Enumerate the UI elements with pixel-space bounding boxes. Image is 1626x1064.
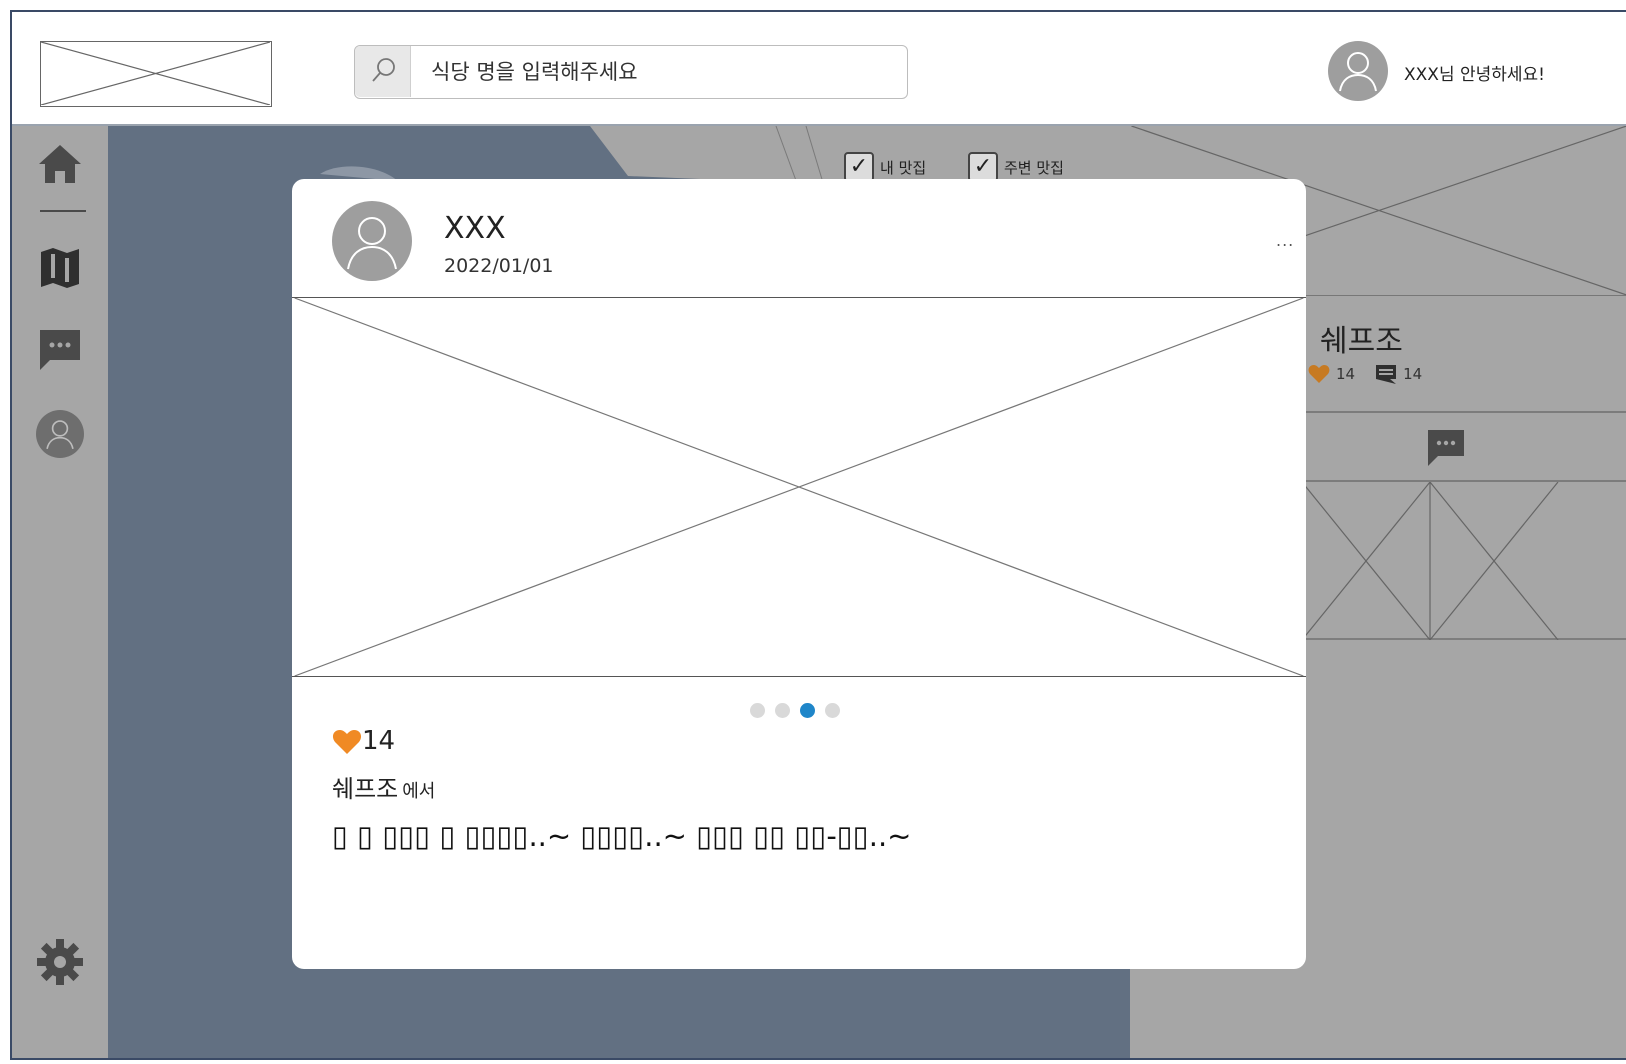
author-avatar[interactable] <box>332 201 412 281</box>
chat-icon[interactable] <box>1426 428 1466 472</box>
heart-icon[interactable] <box>332 728 362 755</box>
logo-placeholder[interactable] <box>40 41 272 107</box>
search-icon[interactable] <box>355 46 411 97</box>
post-likes: 14 <box>332 726 395 756</box>
profile-icon[interactable] <box>36 410 84 458</box>
filter-nearby-restaurants[interactable]: ✓ 주변 맛집 <box>968 152 1064 182</box>
post-date: 2022/01/01 <box>444 255 554 277</box>
place-name[interactable]: 쉐프조 <box>332 775 398 803</box>
filter-label: 내 맛집 <box>880 158 927 177</box>
chat-icon[interactable] <box>36 326 84 374</box>
sidebar <box>12 126 108 1058</box>
map-icon[interactable] <box>36 244 84 292</box>
carousel-dot[interactable] <box>825 703 840 718</box>
restaurant-name: 쉐프조 <box>1320 324 1403 359</box>
carousel-dot[interactable] <box>750 703 765 718</box>
restaurant-stats: 14 14 <box>1308 364 1422 384</box>
post-body: ▯ ▯ ▯▯▯ ▯ ▯▯▯▯..~ ▯▯▯▯..~ ▯▯▯ ▯▯ ▯▯-▯▯..… <box>332 819 912 853</box>
greeting-text: XXX님 안녕하세요! <box>1404 65 1545 85</box>
app-window: XXX님 안녕하세요! <box>10 10 1626 1060</box>
post-place: 쉐프조 에서 <box>332 769 435 804</box>
post-image-placeholder[interactable] <box>292 297 1306 677</box>
post-detail-modal: XXX 2022/01/01 ... 14 쉐프조 에서 ▯ ▯ ▯▯▯ ▯ ▯▯… <box>292 179 1306 969</box>
comment-icon <box>1376 365 1397 384</box>
carousel-dot-active[interactable] <box>800 703 815 718</box>
carousel-dot[interactable] <box>775 703 790 718</box>
checkbox-checked-icon[interactable]: ✓ <box>968 152 998 182</box>
search-input[interactable] <box>431 58 891 86</box>
more-options-button[interactable]: ... <box>1276 231 1294 250</box>
post-like-count: 14 <box>362 726 396 756</box>
carousel-indicator <box>750 703 840 718</box>
checkbox-checked-icon[interactable]: ✓ <box>844 152 874 182</box>
filter-label: 주변 맛집 <box>1004 158 1064 177</box>
home-icon[interactable] <box>36 140 84 188</box>
filter-my-restaurants[interactable]: ✓ 내 맛집 <box>844 152 926 182</box>
search-bar <box>354 45 908 99</box>
sidebar-divider <box>40 210 86 212</box>
top-bar: XXX님 안녕하세요! <box>12 12 1626 126</box>
place-suffix: 에서 <box>402 781 436 802</box>
photo-thumbnails[interactable] <box>1302 482 1626 640</box>
heart-icon <box>1308 365 1330 383</box>
gear-icon[interactable] <box>36 938 84 986</box>
restaurant-comments: 14 <box>1403 365 1423 383</box>
post-author[interactable]: XXX <box>444 211 506 246</box>
user-avatar[interactable] <box>1328 41 1388 101</box>
restaurant-likes: 14 <box>1336 365 1356 383</box>
